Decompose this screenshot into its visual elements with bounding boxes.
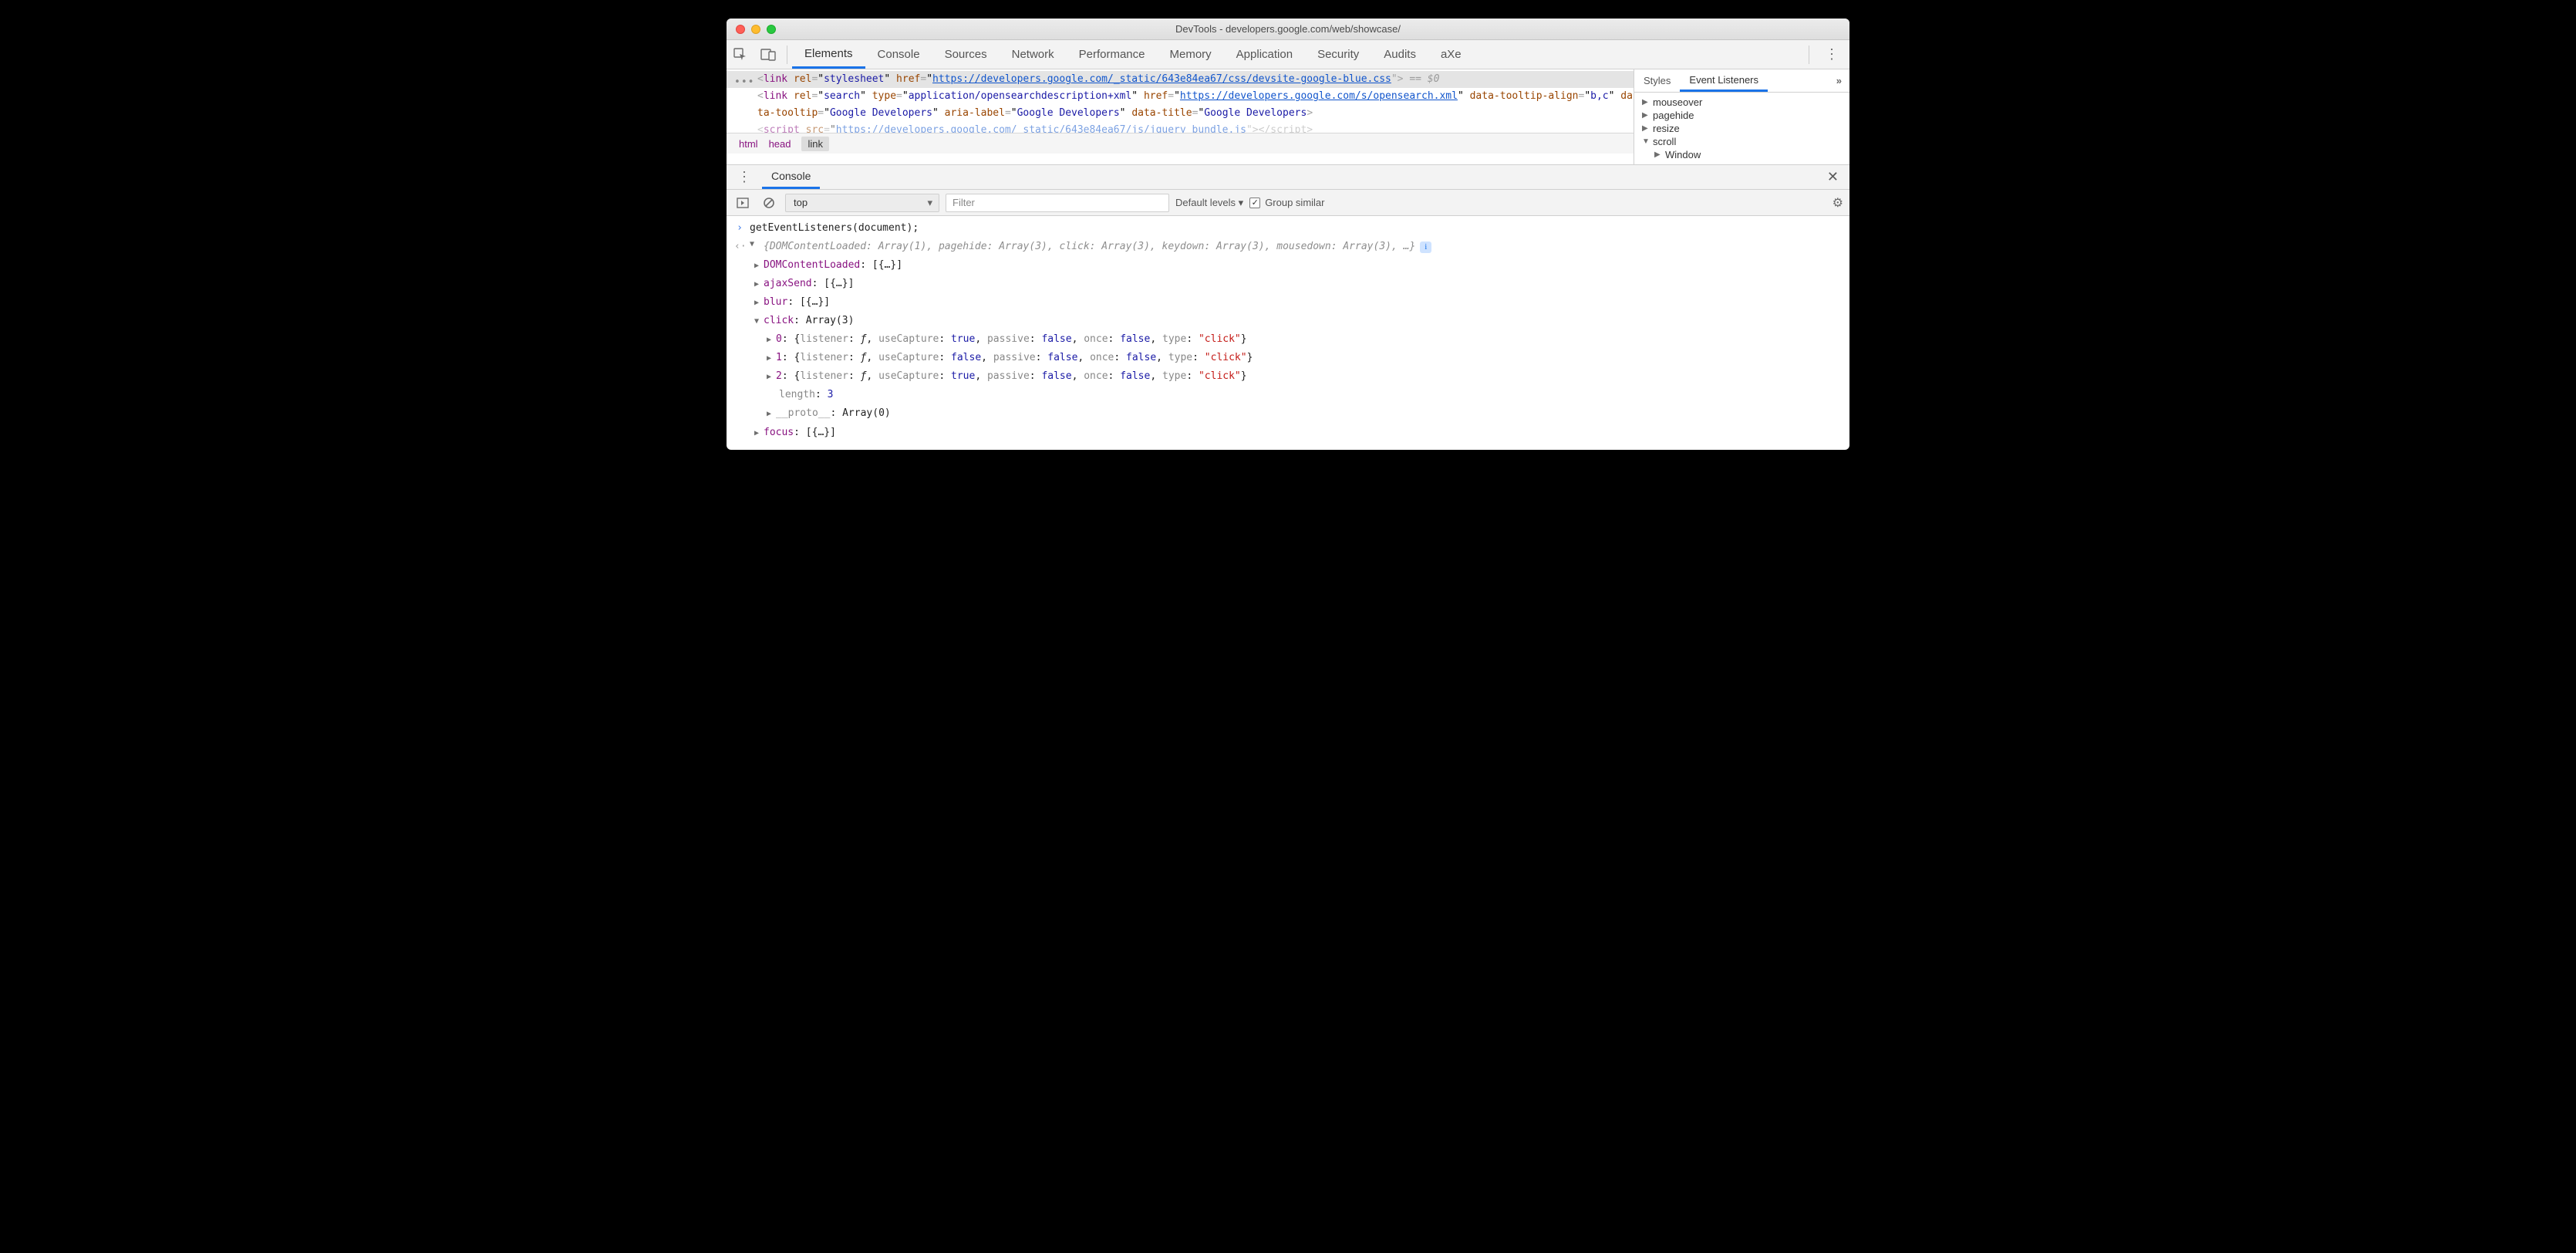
prop-ajaxsend[interactable]: ▶ajaxSend: [{…}]	[734, 275, 1842, 293]
output-icon: ‹·	[734, 238, 745, 256]
dom-tree[interactable]: ••• <link rel="stylesheet" href="https:/…	[727, 69, 1634, 133]
click-proto[interactable]: ▶__proto__: Array(0)	[734, 404, 1842, 423]
prop-focus[interactable]: ▶focus: [{…}]	[734, 424, 1842, 442]
tab-axe[interactable]: aXe	[1428, 40, 1474, 69]
console-toolbar: top Filter Default levels ▾ Group simila…	[727, 190, 1849, 216]
window-traffic-lights	[727, 25, 776, 34]
window-title: DevTools - developers.google.com/web/sho…	[727, 23, 1849, 35]
checkbox-icon[interactable]	[1249, 198, 1260, 208]
tab-security[interactable]: Security	[1305, 40, 1371, 69]
click-item-0[interactable]: ▶0: {listener: ƒ, useCapture: true, pass…	[734, 330, 1842, 349]
sidebar-more-icon[interactable]: »	[1829, 75, 1849, 86]
crumb-link[interactable]: link	[801, 137, 829, 151]
event-scroll[interactable]: ▼scroll	[1634, 135, 1849, 148]
click-item-2[interactable]: ▶2: {listener: ƒ, useCapture: true, pass…	[734, 367, 1842, 386]
zoom-window-button[interactable]	[767, 25, 776, 34]
levels-label: Default levels ▾	[1175, 197, 1243, 209]
stylesheet-url[interactable]: https://developers.google.com/_static/64…	[932, 73, 1391, 85]
console-drawer-header: ⋮ Console ✕	[727, 165, 1849, 190]
device-mode-icon[interactable]	[754, 40, 782, 69]
tab-elements[interactable]: Elements	[792, 40, 865, 69]
console-output-line: ‹· ▼ {DOMContentLoaded: Array(1), pagehi…	[734, 238, 1842, 256]
clear-console-icon[interactable]	[759, 193, 779, 213]
crumb-html[interactable]: html	[739, 138, 758, 150]
minimize-window-button[interactable]	[751, 25, 760, 34]
drawer-tab-console[interactable]: Console	[762, 165, 820, 189]
event-mouseover[interactable]: ▶mouseover	[1634, 96, 1849, 109]
dom-node[interactable]: <link rel="search" type="application/ope…	[727, 88, 1634, 122]
sidebar: Styles Event Listeners » ▶mouseover ▶pag…	[1634, 69, 1849, 164]
show-console-sidebar-icon[interactable]	[733, 193, 753, 213]
titlebar: DevTools - developers.google.com/web/sho…	[727, 19, 1849, 40]
crumb-head[interactable]: head	[769, 138, 791, 150]
sidebar-tab-styles[interactable]: Styles	[1634, 69, 1680, 92]
prompt-icon: ›	[734, 219, 745, 238]
tab-application[interactable]: Application	[1224, 40, 1305, 69]
panel-tabs: Elements Console Sources Network Perform…	[792, 40, 1474, 69]
main-tabs-bar: Elements Console Sources Network Perform…	[727, 40, 1849, 69]
prop-blur[interactable]: ▶blur: [{…}]	[734, 293, 1842, 312]
prop-domcontentloaded[interactable]: ▶DOMContentLoaded: [{…}]	[734, 256, 1842, 275]
group-similar-toggle[interactable]: Group similar	[1249, 197, 1324, 208]
main-menu-icon[interactable]: ⋮	[1814, 46, 1849, 62]
tab-performance[interactable]: Performance	[1067, 40, 1158, 69]
context-label: top	[794, 197, 808, 208]
click-length: length: 3	[734, 386, 1842, 404]
breadcrumb: html head link	[727, 133, 1634, 154]
inspect-element-icon[interactable]	[727, 40, 754, 69]
console-settings-icon[interactable]: ⚙	[1833, 195, 1843, 211]
click-item-1[interactable]: ▶1: {listener: ƒ, useCapture: false, pas…	[734, 349, 1842, 367]
filter-placeholder: Filter	[953, 197, 975, 208]
execution-context-select[interactable]: top	[785, 194, 939, 212]
tab-memory[interactable]: Memory	[1158, 40, 1224, 69]
sidebar-tab-event-listeners[interactable]: Event Listeners	[1680, 69, 1768, 92]
selected-node-marker: == $0	[1409, 73, 1439, 85]
event-listener-list: ▶mouseover ▶pagehide ▶resize ▼scroll ▶Wi…	[1634, 93, 1849, 164]
event-scroll-window[interactable]: ▶Window	[1634, 148, 1849, 161]
sidebar-tabs: Styles Event Listeners »	[1634, 69, 1849, 93]
console-filter-input[interactable]: Filter	[946, 194, 1169, 212]
elements-panel: ••• <link rel="stylesheet" href="https:/…	[727, 69, 1849, 165]
tab-audits[interactable]: Audits	[1371, 40, 1428, 69]
tab-network[interactable]: Network	[1000, 40, 1067, 69]
drawer-close-icon[interactable]: ✕	[1816, 169, 1849, 185]
info-badge-icon[interactable]: i	[1420, 241, 1431, 253]
prop-click[interactable]: ▼click: Array(3)	[734, 312, 1842, 330]
tab-console[interactable]: Console	[865, 40, 932, 69]
drawer-menu-icon[interactable]: ⋮	[727, 169, 762, 185]
expand-icon[interactable]: ▼	[750, 238, 759, 252]
object-summary[interactable]: {DOMContentLoaded: Array(1), pagehide: A…	[764, 238, 1431, 256]
devtools-window: DevTools - developers.google.com/web/sho…	[727, 19, 1849, 450]
dom-node-clipped[interactable]: <script src="https://developers.google.c…	[727, 122, 1634, 133]
event-resize[interactable]: ▶resize	[1634, 122, 1849, 135]
event-pagehide[interactable]: ▶pagehide	[1634, 109, 1849, 122]
group-similar-label: Group similar	[1265, 197, 1324, 208]
dom-tree-column: ••• <link rel="stylesheet" href="https:/…	[727, 69, 1634, 164]
log-levels-select[interactable]: Default levels ▾	[1175, 197, 1243, 209]
dom-node-selected[interactable]: <link rel="stylesheet" href="https://dev…	[727, 71, 1634, 88]
tab-sources[interactable]: Sources	[932, 40, 1000, 69]
collapsed-ellipsis-icon[interactable]: •••	[734, 74, 754, 91]
opensearch-url[interactable]: https://developers.google.com/s/opensear…	[1180, 90, 1458, 102]
console-input-line: › getEventListeners(document);	[734, 219, 1842, 238]
console-input-text: getEventListeners(document);	[750, 219, 919, 238]
console-body[interactable]: › getEventListeners(document); ‹· ▼ {DOM…	[727, 216, 1849, 450]
close-window-button[interactable]	[736, 25, 745, 34]
